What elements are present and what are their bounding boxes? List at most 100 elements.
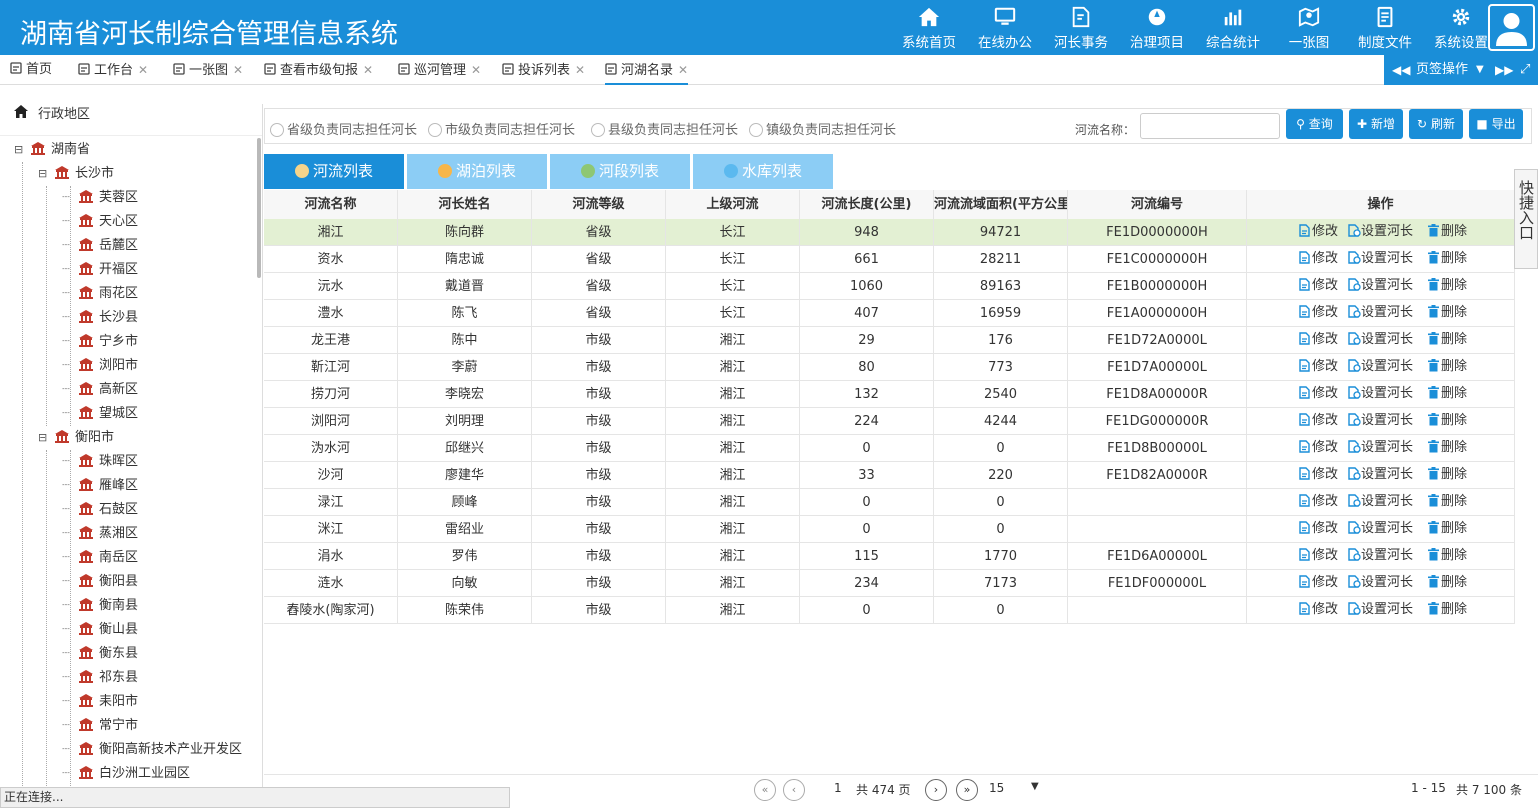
- edit-button[interactable]: 修改: [1299, 246, 1338, 271]
- table-row[interactable]: 澧水 陈飞 省级 长江 407 16959 FE1A0000000H 修改 设置河长 删除: [264, 300, 1515, 327]
- delete-button[interactable]: 删除: [1428, 597, 1467, 622]
- tree-node-district[interactable]: ┄ 石鼓区: [62, 498, 138, 522]
- set-river-chief-button[interactable]: 设置河长: [1348, 543, 1413, 568]
- tree-node-district[interactable]: ┄ 衡阳高新技术产业开发区: [62, 738, 242, 762]
- radio-circle[interactable]: [270, 123, 284, 137]
- page-size-select[interactable]: 15: [989, 781, 1004, 795]
- tree-node-district[interactable]: ┄ 望城区: [62, 402, 138, 426]
- edit-button[interactable]: 修改: [1299, 435, 1338, 460]
- delete-button[interactable]: 删除: [1428, 543, 1467, 568]
- table-row[interactable]: 舂陵水(陶家河) 陈荣伟 市级 湘江 0 0 修改 设置河长 删除: [264, 597, 1515, 624]
- edit-button[interactable]: 修改: [1299, 381, 1338, 406]
- fullscreen-icon[interactable]: ⤢: [1520, 55, 1530, 85]
- tree-node-district[interactable]: ┄ 衡南县: [62, 594, 138, 618]
- delete-button[interactable]: 删除: [1428, 246, 1467, 271]
- expand-toggle-icon[interactable]: ⊟: [14, 138, 30, 162]
- table-row[interactable]: 沅水 戴道晋 省级 长江 1060 89163 FE1B0000000H 修改 设置河长 删除: [264, 273, 1515, 300]
- radio-circle[interactable]: [591, 123, 605, 137]
- table-row[interactable]: 湘江 陈向群 省级 长江 948 94721 FE1D0000000H 修改 设置河长 删除: [264, 219, 1515, 246]
- radio-circle[interactable]: [428, 123, 442, 137]
- query-button[interactable]: ⚲ 查询: [1286, 109, 1343, 139]
- add-button[interactable]: ✚ 新增: [1349, 109, 1403, 139]
- level-radio[interactable]: 镇级负责同志担任河长: [749, 119, 896, 138]
- river-name-input[interactable]: [1140, 113, 1280, 139]
- page-number[interactable]: 1: [834, 781, 842, 795]
- column-header[interactable]: 操作: [1247, 190, 1515, 219]
- nav-edit-doc[interactable]: 河长事务: [1043, 0, 1119, 55]
- close-icon[interactable]: ✕: [363, 63, 373, 77]
- close-icon[interactable]: ✕: [575, 63, 585, 77]
- set-river-chief-button[interactable]: 设置河长: [1348, 354, 1413, 379]
- set-river-chief-button[interactable]: 设置河长: [1348, 462, 1413, 487]
- edit-button[interactable]: 修改: [1299, 543, 1338, 568]
- set-river-chief-button[interactable]: 设置河长: [1348, 408, 1413, 433]
- tree-node-district[interactable]: ┄ 衡山县: [62, 618, 138, 642]
- edit-button[interactable]: 修改: [1299, 273, 1338, 298]
- tree-node-city[interactable]: ⊟ 衡阳市: [38, 426, 114, 450]
- tree-node-district[interactable]: ┄ 雨花区: [62, 282, 138, 306]
- tree-node-city[interactable]: ⊟ 长沙市: [38, 162, 114, 186]
- table-row[interactable]: 捞刀河 李晓宏 市级 湘江 132 2540 FE1D8A00000R 修改 设置河长 删除: [264, 381, 1515, 408]
- table-row[interactable]: 靳江河 李蔚 市级 湘江 80 773 FE1D7A00000L 修改 设置河长 删除: [264, 354, 1515, 381]
- delete-button[interactable]: 删除: [1428, 408, 1467, 433]
- tab-river[interactable]: 河湖名录 ✕: [605, 55, 689, 85]
- delete-button[interactable]: 删除: [1428, 570, 1467, 595]
- lake-list-tab[interactable]: 湖泊列表: [407, 154, 547, 189]
- column-header[interactable]: 河流长度(公里): [800, 190, 934, 219]
- set-river-chief-button[interactable]: 设置河长: [1348, 435, 1413, 460]
- edit-button[interactable]: 修改: [1299, 327, 1338, 352]
- column-header[interactable]: 河流编号: [1068, 190, 1247, 219]
- tree-node-district[interactable]: ┄ 天心区: [62, 210, 138, 234]
- delete-button[interactable]: 删除: [1428, 273, 1467, 298]
- delete-button[interactable]: 删除: [1428, 327, 1467, 352]
- set-river-chief-button[interactable]: 设置河长: [1348, 489, 1413, 514]
- column-header[interactable]: 河长姓名: [398, 190, 532, 219]
- tree-node-district[interactable]: ┄ 衡东县: [62, 642, 138, 666]
- first-page-button[interactable]: «: [754, 779, 776, 801]
- tree-node-district[interactable]: ┄ 芙蓉区: [62, 186, 138, 210]
- tree-node-district[interactable]: ┄ 岳麓区: [62, 234, 138, 258]
- edit-button[interactable]: 修改: [1299, 408, 1338, 433]
- table-row[interactable]: 洣江 雷绍业 市级 湘江 0 0 修改 设置河长 删除: [264, 516, 1515, 543]
- level-radio[interactable]: 市级负责同志担任河长: [428, 119, 575, 138]
- tree-node-district[interactable]: ┄ 雁峰区: [62, 474, 138, 498]
- level-radio[interactable]: 省级负责同志担任河长: [270, 119, 417, 138]
- nav-bar-chart[interactable]: 综合统计: [1195, 0, 1271, 55]
- tree-node-district[interactable]: ┄ 衡阳县: [62, 570, 138, 594]
- column-header[interactable]: 河流流域面积(平方公里): [934, 190, 1068, 219]
- delete-button[interactable]: 删除: [1428, 516, 1467, 541]
- tree-node-district[interactable]: ┄ 开福区: [62, 258, 138, 282]
- refresh-button[interactable]: ↻ 刷新: [1409, 109, 1463, 139]
- prev-tab-icon[interactable]: ◀◀: [1392, 55, 1410, 85]
- table-row[interactable]: 渌江 顾峰 市级 湘江 0 0 修改 设置河长 删除: [264, 489, 1515, 516]
- column-header[interactable]: 上级河流: [666, 190, 800, 219]
- nav-home[interactable]: 系统首页: [891, 0, 967, 55]
- close-icon[interactable]: ✕: [138, 63, 148, 77]
- delete-button[interactable]: 删除: [1428, 219, 1467, 244]
- tree-node-district[interactable]: ┄ 珠晖区: [62, 450, 138, 474]
- nav-map[interactable]: 一张图: [1271, 0, 1347, 55]
- tab-map[interactable]: 一张图 ✕: [173, 55, 243, 85]
- set-river-chief-button[interactable]: 设置河长: [1348, 597, 1413, 622]
- tab-table[interactable]: 投诉列表 ✕: [502, 55, 585, 85]
- tab-operations[interactable]: ◀◀ 页签操作 ▼ ▶▶ ⤢: [1384, 55, 1538, 85]
- expand-toggle-icon[interactable]: ⊟: [38, 426, 54, 450]
- edit-button[interactable]: 修改: [1299, 516, 1338, 541]
- delete-button[interactable]: 删除: [1428, 462, 1467, 487]
- tree-node-province[interactable]: ⊟ 湖南省: [14, 138, 90, 162]
- tab-ops-label[interactable]: 页签操作: [1416, 55, 1468, 85]
- river-list-tab[interactable]: 河流列表: [264, 154, 404, 189]
- close-icon[interactable]: ✕: [233, 63, 243, 77]
- tree-node-district[interactable]: ┄ 宁乡市: [62, 330, 138, 354]
- set-river-chief-button[interactable]: 设置河长: [1348, 273, 1413, 298]
- set-river-chief-button[interactable]: 设置河长: [1348, 327, 1413, 352]
- edit-button[interactable]: 修改: [1299, 462, 1338, 487]
- table-row[interactable]: 龙王港 陈中 市级 湘江 29 176 FE1D72A0000L 修改 设置河长 删除: [264, 327, 1515, 354]
- delete-button[interactable]: 删除: [1428, 435, 1467, 460]
- level-radio[interactable]: 县级负责同志担任河长: [591, 119, 738, 138]
- nav-monitor[interactable]: 在线办公: [967, 0, 1043, 55]
- column-header[interactable]: 河流等级: [532, 190, 666, 219]
- next-page-button[interactable]: ›: [925, 779, 947, 801]
- next-tab-icon[interactable]: ▶▶: [1495, 55, 1513, 85]
- delete-button[interactable]: 删除: [1428, 489, 1467, 514]
